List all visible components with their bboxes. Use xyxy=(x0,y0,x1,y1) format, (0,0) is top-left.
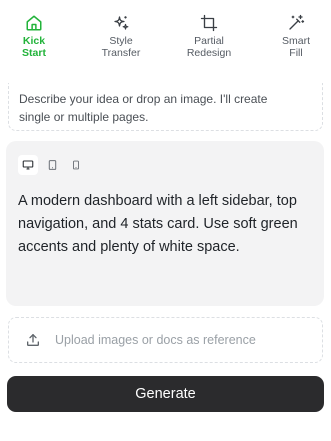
desktop-toggle-button[interactable] xyxy=(18,155,38,175)
desktop-icon xyxy=(22,160,34,170)
home-icon xyxy=(25,14,43,32)
tab-label: Style xyxy=(109,35,133,47)
kick-start-panel: Kick Start Style Transfer Partial Redesi… xyxy=(0,0,331,441)
tab-label: Transfer xyxy=(101,47,141,59)
tab-label: Start xyxy=(22,47,46,59)
description-line: Describe your idea or drop an image. I'l… xyxy=(19,92,268,106)
mobile-toggle-button[interactable] xyxy=(66,155,86,175)
crop-icon xyxy=(200,14,218,32)
upload-dropzone[interactable]: Upload images or docs as reference xyxy=(8,317,323,363)
mode-tabs: Kick Start Style Transfer Partial Redesi… xyxy=(0,14,331,70)
upload-icon xyxy=(25,332,41,348)
description-box: Describe your idea or drop an image. I'l… xyxy=(8,83,323,131)
tab-kick-start[interactable]: Kick Start xyxy=(0,14,69,59)
tab-smart-fill[interactable]: Smart Fill xyxy=(261,14,331,59)
upload-label: Upload images or docs as reference xyxy=(55,333,256,347)
tab-partial-redesign[interactable]: Partial Redesign xyxy=(174,14,244,59)
magic-wand-icon xyxy=(287,14,305,32)
tablet-icon xyxy=(48,160,56,170)
tab-label: Kick xyxy=(22,35,46,47)
tab-label: Fill xyxy=(289,47,303,59)
tab-label: Partial xyxy=(194,35,224,47)
tab-label: Smart xyxy=(281,35,310,47)
tab-style-transfer[interactable]: Style Transfer xyxy=(86,14,156,59)
tablet-toggle-button[interactable] xyxy=(42,155,62,175)
description-line: single or multiple pages. xyxy=(19,110,149,124)
prompt-input[interactable]: A modern dashboard with a left sidebar, … xyxy=(18,190,318,259)
prompt-card: A modern dashboard with a left sidebar, … xyxy=(6,141,324,306)
tab-label: Redesign xyxy=(186,47,232,59)
sparkles-icon xyxy=(112,14,130,32)
generate-button[interactable]: Generate xyxy=(7,376,324,412)
mobile-icon xyxy=(73,160,79,170)
